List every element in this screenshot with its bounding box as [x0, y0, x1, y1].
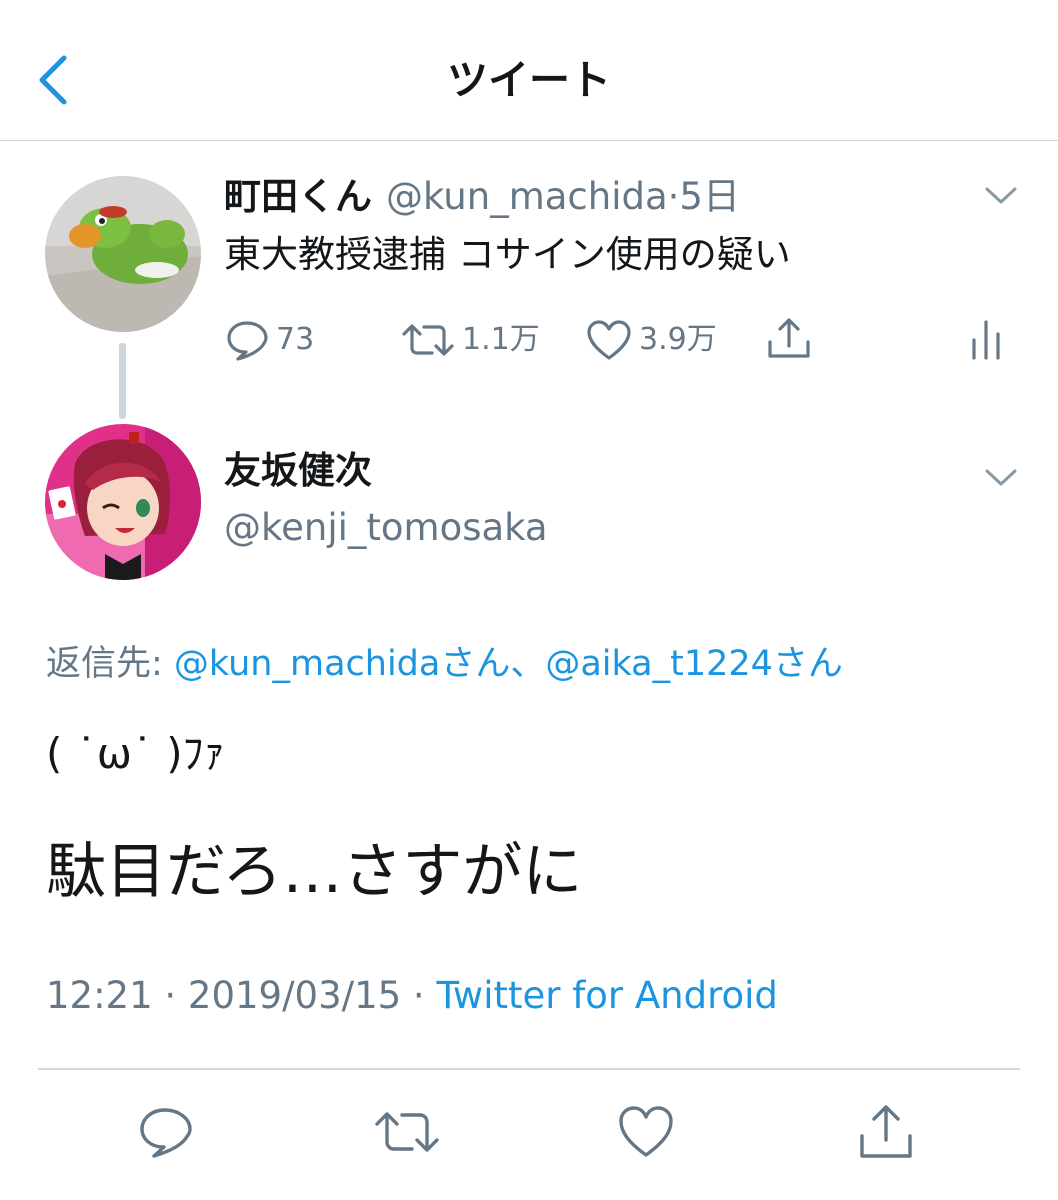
share-button[interactable] — [856, 1102, 916, 1162]
chevron-down-icon — [985, 187, 1017, 204]
parent-more-button[interactable] — [984, 186, 1018, 206]
heart-icon — [619, 1106, 673, 1157]
like-button[interactable] — [616, 1102, 676, 1162]
parent-share-button[interactable] — [766, 316, 812, 362]
reply-more-button[interactable] — [984, 468, 1018, 488]
parent-display-name[interactable]: 町田くん — [224, 175, 372, 218]
speech-bubble-icon — [140, 1108, 192, 1158]
retweet-arrows-icon — [375, 1112, 439, 1152]
avatar-image — [45, 424, 201, 580]
tweet-detail-screen: ツイート 町田くん @kun_machida·5日 東大教授逮捕 コサイン使用の疑… — [0, 0, 1058, 1200]
nav-bar: ツイート — [0, 0, 1058, 141]
share-upload-icon — [768, 318, 810, 358]
parent-retweet-button[interactable]: 1.1万 — [400, 318, 540, 362]
heart-icon — [587, 320, 631, 360]
parent-reply-button[interactable]: 73 — [224, 318, 314, 362]
parent-tweet-header: 町田くん @kun_machida·5日 — [224, 168, 740, 226]
avatar[interactable] — [45, 424, 201, 580]
tweet-source-link[interactable]: Twitter for Android — [436, 974, 777, 1017]
tweet-text-line-1: ( ˙ω˙ )ﾌｧ — [46, 729, 225, 778]
tweet-text-line-2: 駄目だろ…さすがに — [46, 837, 583, 907]
reply-display-name[interactable]: 友坂健次 — [224, 442, 372, 500]
like-count: 3.9万 — [639, 322, 717, 357]
separator-dot: · — [667, 175, 680, 218]
replying-to-line: 返信先: @kun_machidaさん、@aika_t1224さん — [46, 636, 843, 692]
avatar[interactable] — [45, 176, 201, 332]
chevron-down-icon — [985, 469, 1017, 486]
parent-like-button[interactable]: 3.9万 — [585, 318, 717, 362]
page-title: ツイート — [447, 56, 611, 104]
parent-tweet-text: 東大教授逮捕 コサイン使用の疑い — [224, 233, 791, 276]
reply-button[interactable] — [135, 1102, 195, 1162]
speech-bubble-icon — [227, 321, 268, 361]
avatar-image — [45, 176, 201, 332]
parent-timestamp: 5日 — [679, 175, 740, 218]
replying-to-label: 返信先: — [46, 644, 174, 684]
share-upload-icon — [860, 1105, 912, 1158]
parent-analytics-button[interactable] — [968, 318, 1004, 362]
replying-to-links[interactable]: @kun_machidaさん、@aika_t1224さん — [174, 644, 843, 684]
tweet-timestamp: 12:21 · 2019/03/15 · — [46, 974, 437, 1017]
retweet-arrows-icon — [402, 324, 454, 356]
thread-connector-line — [119, 343, 126, 419]
reply-count: 73 — [276, 322, 315, 357]
retweet-button[interactable] — [372, 1102, 442, 1162]
retweet-count: 1.1万 — [462, 322, 540, 357]
divider — [38, 1068, 1020, 1070]
reply-handle[interactable]: @kenji_tomosaka — [224, 500, 548, 556]
parent-handle[interactable]: @kun_machida — [386, 175, 668, 218]
tweet-meta: 12:21 · 2019/03/15 · Twitter for Android — [46, 968, 778, 1024]
bar-chart-icon — [972, 320, 1000, 360]
